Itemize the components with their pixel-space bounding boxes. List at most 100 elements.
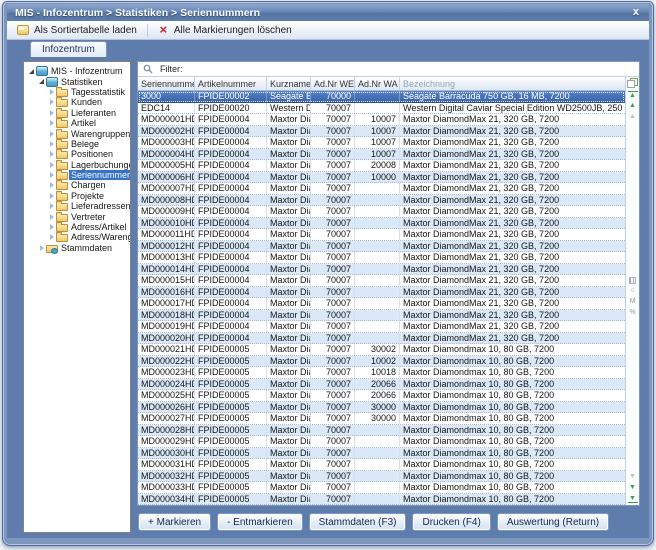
table-row[interactable]: MD000014HD FPIDE00004 Maxtor Dia 70007 M… <box>138 264 625 276</box>
table-row[interactable]: MD000007HD FPIDE00004 Maxtor Dia 70007 M… <box>138 183 625 195</box>
table-row[interactable]: MD000023HD FPIDE00005 Maxtor Dia 70007 1… <box>138 367 625 379</box>
filter-row[interactable]: Filter: <box>138 62 639 77</box>
table-row[interactable]: MD000004HD FPIDE00004 Maxtor Dia 70007 1… <box>138 149 625 161</box>
table-row[interactable]: MD000028HD FPIDE00005 Maxtor Dia 70007 M… <box>138 425 625 437</box>
table-row[interactable]: MD000027HD FPIDE00005 Maxtor Dia 70007 3… <box>138 413 625 425</box>
table-row[interactable]: MD000010HD FPIDE00004 Maxtor Dia 70007 M… <box>138 218 625 230</box>
expander-icon[interactable] <box>47 162 56 168</box>
expander-icon[interactable] <box>47 193 56 199</box>
table-row[interactable]: MD000009HD FPIDE00004 Maxtor Dia 70007 M… <box>138 206 625 218</box>
tree-item[interactable]: Stammdaten <box>25 243 129 253</box>
table-row[interactable]: MD000019HD FPIDE00004 Maxtor Dia 70007 M… <box>138 321 625 333</box>
markieren-button[interactable]: + Markieren <box>138 513 211 531</box>
tree-item[interactable]: Lieferadressen <box>25 201 129 211</box>
expander-icon[interactable] <box>47 110 56 116</box>
table-row[interactable]: 3000 FPIDE00002 Seagate Ba 70000 Seagate… <box>138 91 625 103</box>
memo-icon[interactable]: M <box>628 298 638 306</box>
table-row[interactable]: MD000006HD FPIDE00004 Maxtor Dia 70007 1… <box>138 172 625 184</box>
tree-item[interactable]: Adress/Warengruppen <box>25 232 129 242</box>
load-sort-table-button[interactable]: Als Sortiertabelle laden <box>10 22 144 39</box>
table-row[interactable]: MD000015HD FPIDE00004 Maxtor Dia 70007 M… <box>138 275 625 287</box>
table-row[interactable]: MD000018HD FPIDE00004 Maxtor Dia 70007 M… <box>138 310 625 322</box>
tree-item[interactable]: Lagerbuchungen <box>25 160 129 170</box>
tree-item[interactable]: Tagesstatistik <box>25 87 129 97</box>
table-row[interactable]: MD000032HD FPIDE00005 Maxtor Dia 70007 M… <box>138 471 625 483</box>
scroll-bottom-icon[interactable]: ▼ <box>628 495 638 503</box>
table-row[interactable]: MD000001HD FPIDE00004 Maxtor Dia 70007 1… <box>138 114 625 126</box>
table-row[interactable]: MD000016HD FPIDE00004 Maxtor Dia 70007 M… <box>138 287 625 299</box>
drucken-button[interactable]: Drucken (F4) <box>412 513 490 531</box>
expander-icon[interactable] <box>47 234 56 240</box>
table-row[interactable]: MD000021HD FPIDE00005 Maxtor Dia 70007 3… <box>138 344 625 356</box>
table-row[interactable]: EDC14 FPIDE00020 Western Di 70007 Wester… <box>138 103 625 115</box>
tree-item[interactable]: Belege <box>25 139 129 149</box>
expander-icon[interactable] <box>37 245 46 251</box>
table-row[interactable]: MD000029HD FPIDE00005 Maxtor Dia 70007 M… <box>138 436 625 448</box>
expander-icon[interactable] <box>47 89 56 95</box>
expander-icon[interactable] <box>47 203 56 209</box>
expander-icon[interactable] <box>47 131 56 137</box>
expander-icon[interactable] <box>47 214 56 220</box>
tree-item[interactable]: Vertreter <box>25 211 129 221</box>
expander-icon[interactable] <box>37 79 46 84</box>
tree-item[interactable]: Projekte <box>25 191 129 201</box>
header-artikelnummer[interactable]: Artikelnummer <box>195 77 267 90</box>
table-row[interactable]: MD000008HD FPIDE00004 Maxtor Dia 70007 M… <box>138 195 625 207</box>
tree-item[interactable]: Seriennummern <box>25 170 129 180</box>
expander-icon[interactable] <box>47 99 56 105</box>
expander-icon[interactable] <box>27 69 36 74</box>
table-row[interactable]: MD000030HD FPIDE00005 Maxtor Dia 70007 M… <box>138 448 625 460</box>
expander-icon[interactable] <box>47 141 56 147</box>
table-row[interactable]: MD000034HD FPIDE00005 Maxtor Dia 70007 M… <box>138 494 625 506</box>
tree-item[interactable]: Artikel <box>25 118 129 128</box>
scroll-down-icon[interactable]: ▼ <box>628 484 638 492</box>
table-row[interactable]: MD000024HD FPIDE00005 Maxtor Dia 70007 2… <box>138 379 625 391</box>
expander-icon[interactable] <box>47 172 56 178</box>
header-adnr-wa[interactable]: Ad.Nr WA <box>355 77 400 90</box>
clear-marks-button[interactable]: × Alle Markierungen löschen <box>151 22 299 39</box>
entmarkieren-button[interactable]: - Entmarkieren <box>217 513 303 531</box>
table-row[interactable]: MD000002HD FPIDE00004 Maxtor Dia 70007 1… <box>138 126 625 138</box>
table-row[interactable]: MD000011HD FPIDE00004 Maxtor Dia 70007 M… <box>138 229 625 241</box>
tree-item[interactable]: Adress/Artikel <box>25 222 129 232</box>
expander-icon[interactable] <box>47 224 56 230</box>
scroll-up-icon[interactable]: ▲ <box>628 102 638 110</box>
scroll-prev-icon[interactable]: ▲ <box>628 113 638 121</box>
close-icon[interactable]: x <box>630 6 642 19</box>
header-adnr-we[interactable]: Ad.Nr WE <box>311 77 355 90</box>
title-bar[interactable]: MIS - Infozentrum > Statistiken > Serien… <box>7 4 649 21</box>
stammdaten-button[interactable]: Stammdaten (F3) <box>309 513 407 531</box>
scroll-next-icon[interactable]: ▼ <box>628 473 638 481</box>
scroll-top-icon[interactable]: ▲ <box>628 91 638 99</box>
header-seriennummer[interactable]: Seriennummer <box>138 77 195 90</box>
header-kurzname[interactable]: Kurzname <box>267 77 311 90</box>
table-row[interactable]: MD000013HD FPIDE00004 Maxtor Dia 70007 M… <box>138 252 625 264</box>
auswertung-button[interactable]: Auswertung (Return) <box>497 513 609 531</box>
table-row[interactable]: MD000026HD FPIDE00005 Maxtor Dia 70007 3… <box>138 402 625 414</box>
expander-icon[interactable] <box>47 182 56 188</box>
percent-icon[interactable]: % <box>628 309 638 317</box>
tree-item[interactable]: Positionen <box>25 149 129 159</box>
table-row[interactable]: MD000003HD FPIDE00004 Maxtor Dia 70007 1… <box>138 137 625 149</box>
tree-item[interactable]: Lieferanten <box>25 108 129 118</box>
table-row[interactable]: MD000012HD FPIDE00004 Maxtor Dia 70007 M… <box>138 241 625 253</box>
columns-icon[interactable] <box>629 277 636 284</box>
table-row[interactable]: MD000005HD FPIDE00004 Maxtor Dia 70007 2… <box>138 160 625 172</box>
tree-item[interactable]: Kunden <box>25 97 129 107</box>
header-bezeichnung[interactable]: Bezeichnung <box>400 77 625 90</box>
table-row[interactable]: MD000020HD FPIDE00004 Maxtor Dia 70007 M… <box>138 333 625 345</box>
table-row[interactable]: MD000022HD FPIDE00005 Maxtor Dia 70007 1… <box>138 356 625 368</box>
table-row[interactable]: MD000025HD FPIDE00005 Maxtor Dia 70007 2… <box>138 390 625 402</box>
search-icon[interactable]: ○ <box>628 287 638 295</box>
column-chooser-icon[interactable] <box>627 78 638 88</box>
tree-item[interactable]: Warengruppen <box>25 128 129 138</box>
table-row[interactable]: MD000017HD FPIDE00004 Maxtor Dia 70007 M… <box>138 298 625 310</box>
table-row[interactable]: MD000033HD FPIDE00005 Maxtor Dia 70007 M… <box>138 482 625 494</box>
tab-infozentrum[interactable]: Infozentrum <box>30 41 107 57</box>
tree-item[interactable]: MIS - Infozentrum <box>25 66 129 76</box>
expander-icon[interactable] <box>47 120 56 126</box>
expander-icon[interactable] <box>47 151 56 157</box>
tree-item[interactable]: Statistiken <box>25 76 129 86</box>
tree-item[interactable]: Chargen <box>25 180 129 190</box>
table-row[interactable]: MD000031HD FPIDE00005 Maxtor Dia 70007 M… <box>138 459 625 471</box>
